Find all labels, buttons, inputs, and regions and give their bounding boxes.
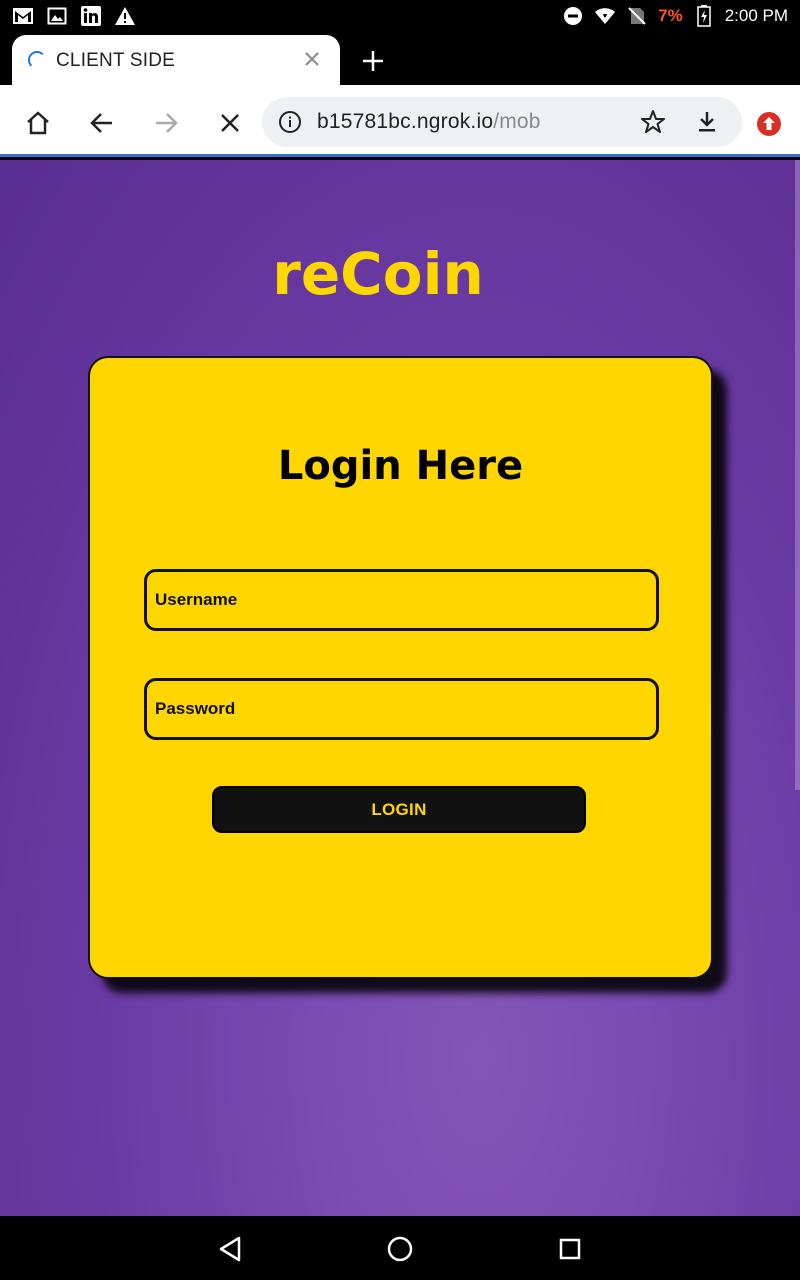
browser-toolbar: b15781bc.ngrok.io/mob xyxy=(0,85,800,157)
linkedin-icon xyxy=(80,5,102,27)
login-title: Login Here xyxy=(277,443,524,489)
system-status: 7% 2:00 PM xyxy=(562,3,788,29)
new-tab-icon[interactable] xyxy=(360,48,386,74)
url-host: b15781bc.ngrok.io xyxy=(317,110,494,133)
loading-spinner-icon xyxy=(28,51,46,69)
login-card: Login Here LOGIN xyxy=(88,356,713,979)
page-scrollbar[interactable] xyxy=(795,160,800,790)
password-field-wrapper xyxy=(144,678,659,740)
clock: 2:00 PM xyxy=(724,6,788,25)
download-icon[interactable] xyxy=(694,109,720,135)
bookmark-star-icon[interactable] xyxy=(640,109,666,135)
no-sim-icon xyxy=(626,5,648,27)
address-bar[interactable]: b15781bc.ngrok.io/mob xyxy=(262,97,742,147)
browser-tab[interactable]: CLIENT SIDE xyxy=(12,35,340,85)
back-icon[interactable] xyxy=(88,109,116,137)
home-icon[interactable] xyxy=(24,109,52,137)
notification-icons xyxy=(12,5,136,27)
do-not-disturb-icon xyxy=(562,5,584,27)
update-available-icon[interactable] xyxy=(756,111,782,137)
username-input[interactable] xyxy=(147,572,656,628)
gallery-icon xyxy=(46,5,68,27)
site-info-icon[interactable] xyxy=(278,110,302,134)
forward-icon[interactable] xyxy=(152,109,180,137)
battery-charging-icon xyxy=(693,5,715,27)
password-input[interactable] xyxy=(147,681,656,737)
battery-percentage: 7% xyxy=(658,6,683,25)
tab-title: CLIENT SIDE xyxy=(56,50,176,71)
tab-strip: CLIENT SIDE xyxy=(0,33,800,85)
status-bar: 7% 2:00 PM xyxy=(0,0,800,33)
navigation-bar xyxy=(0,1216,800,1280)
login-button[interactable]: LOGIN xyxy=(212,786,586,833)
gmail-icon xyxy=(12,5,34,27)
page-content: reCoin Login Here LOGIN xyxy=(0,160,800,1216)
username-field-wrapper xyxy=(144,569,659,631)
nav-home-icon[interactable] xyxy=(385,1234,415,1264)
stop-loading-icon[interactable] xyxy=(216,109,244,137)
tab-close-icon[interactable] xyxy=(300,47,324,71)
brand-logo-text: reCoin xyxy=(272,240,484,308)
nav-recents-icon[interactable] xyxy=(555,1234,585,1264)
url-path: /mob xyxy=(493,110,541,133)
url-text[interactable]: b15781bc.ngrok.io/mob xyxy=(317,110,541,134)
wifi-icon xyxy=(594,5,616,27)
nav-back-icon[interactable] xyxy=(215,1234,245,1264)
warning-icon xyxy=(114,5,136,27)
